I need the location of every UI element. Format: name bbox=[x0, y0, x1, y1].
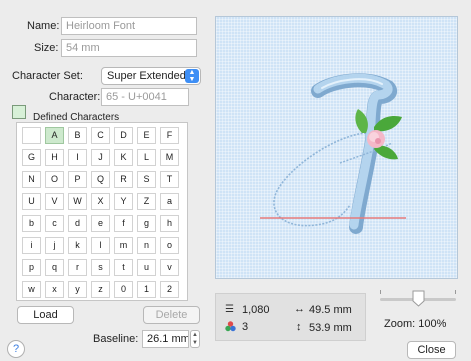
design-stats-panel: ☰ 1,080 3 ↔ 49.5 mm ↕ 53.9 mm bbox=[215, 293, 366, 341]
design-width: 49.5 mm bbox=[309, 304, 352, 316]
character-cell[interactable]: a bbox=[160, 193, 179, 210]
width-icon: ↔ bbox=[294, 303, 305, 315]
character-cell[interactable]: L bbox=[137, 149, 156, 166]
character-cell[interactable]: D bbox=[114, 127, 133, 144]
character-cell[interactable]: H bbox=[45, 149, 64, 166]
character-cell[interactable]: o bbox=[160, 237, 179, 254]
character-cell[interactable]: C bbox=[91, 127, 110, 144]
select-arrows-icon: ▲ ▼ bbox=[185, 69, 199, 83]
color-count: 3 bbox=[242, 321, 249, 333]
zoom-slider[interactable] bbox=[376, 288, 460, 310]
character-cell[interactable]: s bbox=[91, 259, 110, 276]
character-cell[interactable]: X bbox=[91, 193, 110, 210]
character-cell[interactable]: I bbox=[68, 149, 87, 166]
character-cell[interactable]: h bbox=[160, 215, 179, 232]
load-button[interactable]: Load bbox=[17, 306, 74, 324]
close-button[interactable]: Close bbox=[407, 341, 456, 359]
character-cell[interactable]: 1 bbox=[137, 281, 156, 298]
character-cell[interactable]: Z bbox=[137, 193, 156, 210]
character-cell[interactable]: R bbox=[114, 171, 133, 188]
character-cell[interactable]: b bbox=[22, 215, 41, 232]
character-cell[interactable] bbox=[22, 127, 41, 144]
glyph-preview[interactable] bbox=[215, 16, 458, 279]
character-grid-cells: ABCDEF GHIJKLM NOPQRST UVWXYZa bcdefgh ijklmn… bbox=[17, 123, 187, 300]
character-cell[interactable]: g bbox=[137, 215, 156, 232]
zoom-label: Zoom: 100% bbox=[384, 318, 447, 330]
character-cell[interactable]: V bbox=[45, 193, 64, 210]
character-cell[interactable]: F bbox=[160, 127, 179, 144]
character-cell[interactable]: G bbox=[22, 149, 41, 166]
character-cell[interactable]: 0 bbox=[114, 281, 133, 298]
charset-select[interactable]: Super Extended ▲ ▼ bbox=[101, 67, 201, 85]
help-button[interactable]: ? bbox=[7, 340, 25, 358]
character-cell[interactable]: A bbox=[45, 127, 64, 144]
stitch-count-icon: ☰ bbox=[225, 304, 234, 315]
character-cell[interactable]: i bbox=[22, 237, 41, 254]
baseline-stepper[interactable]: ▲ ▼ bbox=[190, 330, 200, 348]
baseline-field[interactable]: 26.1 mm bbox=[142, 330, 189, 348]
character-cell[interactable]: N bbox=[22, 171, 41, 188]
character-grid: ABCDEF GHIJKLM NOPQRST UVWXYZa bcdefgh ijklmn… bbox=[16, 122, 188, 301]
embroidery-glyph-a bbox=[260, 73, 406, 234]
zoom-tick bbox=[455, 290, 456, 294]
character-cell[interactable]: w bbox=[22, 281, 41, 298]
charset-value: Super Extended bbox=[107, 70, 186, 82]
character-cell[interactable]: f bbox=[114, 215, 133, 232]
character-cell[interactable]: E bbox=[137, 127, 156, 144]
zoom-tick bbox=[380, 290, 381, 294]
character-cell[interactable]: m bbox=[114, 237, 133, 254]
character-cell[interactable]: z bbox=[91, 281, 110, 298]
character-cell[interactable]: k bbox=[68, 237, 87, 254]
character-cell[interactable]: P bbox=[68, 171, 87, 188]
character-cell[interactable]: y bbox=[68, 281, 87, 298]
character-cell[interactable]: p bbox=[22, 259, 41, 276]
character-cell[interactable]: t bbox=[114, 259, 133, 276]
character-cell[interactable]: d bbox=[68, 215, 87, 232]
character-cell[interactable]: Y bbox=[114, 193, 133, 210]
character-cell[interactable]: u bbox=[137, 259, 156, 276]
size-label: Size: bbox=[34, 42, 59, 54]
character-cell[interactable]: W bbox=[68, 193, 87, 210]
character-cell[interactable]: U bbox=[22, 193, 41, 210]
character-cell[interactable]: M bbox=[160, 149, 179, 166]
character-field[interactable]: 65 - U+0041 bbox=[101, 88, 189, 106]
color-count-icon bbox=[225, 321, 236, 332]
character-label: Character: bbox=[49, 91, 101, 103]
height-icon: ↕ bbox=[296, 321, 302, 333]
character-cell[interactable]: c bbox=[45, 215, 64, 232]
defined-color-swatch bbox=[12, 105, 26, 119]
name-label: Name: bbox=[27, 20, 60, 32]
zoom-slider-thumb[interactable] bbox=[412, 290, 425, 307]
design-height: 53.9 mm bbox=[309, 322, 352, 334]
character-cell[interactable]: r bbox=[68, 259, 87, 276]
character-cell[interactable]: q bbox=[45, 259, 64, 276]
character-cell[interactable]: 2 bbox=[160, 281, 179, 298]
character-cell[interactable]: O bbox=[45, 171, 64, 188]
character-cell[interactable]: e bbox=[91, 215, 110, 232]
name-field[interactable]: Heirloom Font bbox=[61, 17, 197, 35]
size-field[interactable]: 54 mm bbox=[61, 39, 197, 57]
character-cell[interactable]: x bbox=[45, 281, 64, 298]
character-cell[interactable]: J bbox=[91, 149, 110, 166]
charset-label: Character Set: bbox=[12, 70, 83, 82]
baseline-label: Baseline: bbox=[93, 333, 139, 345]
stitch-count: 1,080 bbox=[242, 304, 270, 316]
character-cell[interactable]: n bbox=[137, 237, 156, 254]
character-cell[interactable]: T bbox=[160, 171, 179, 188]
character-cell[interactable]: l bbox=[91, 237, 110, 254]
character-cell[interactable]: S bbox=[137, 171, 156, 188]
character-cell[interactable]: v bbox=[160, 259, 179, 276]
character-cell[interactable]: B bbox=[68, 127, 87, 144]
character-cell[interactable]: j bbox=[45, 237, 64, 254]
character-cell[interactable]: Q bbox=[91, 171, 110, 188]
delete-button[interactable]: Delete bbox=[143, 306, 200, 324]
character-cell[interactable]: K bbox=[114, 149, 133, 166]
